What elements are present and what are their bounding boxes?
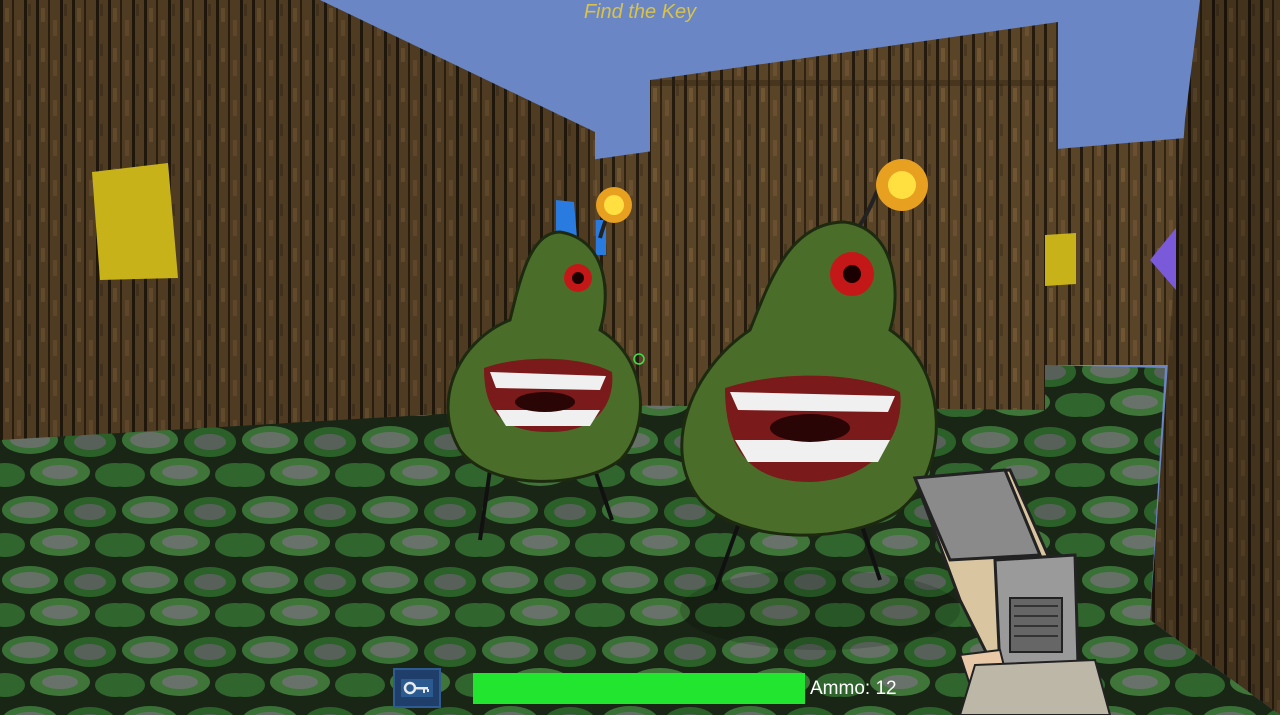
ammo-counter: Ammo: 12 <box>810 677 897 701</box>
yellow-marker-left <box>92 163 178 280</box>
key-icon <box>401 679 433 697</box>
key-inventory-slot <box>393 668 441 708</box>
health-bar <box>473 673 805 704</box>
health-bar-fill <box>473 673 805 704</box>
objective-text: Find the Key <box>583 1 697 23</box>
ammo-value: 12 <box>875 678 897 699</box>
ammo-label: Ammo: <box>810 678 871 699</box>
game-scene <box>0 0 1280 715</box>
yellow-marker-right <box>1045 233 1076 286</box>
game-viewport[interactable] <box>0 0 1280 715</box>
